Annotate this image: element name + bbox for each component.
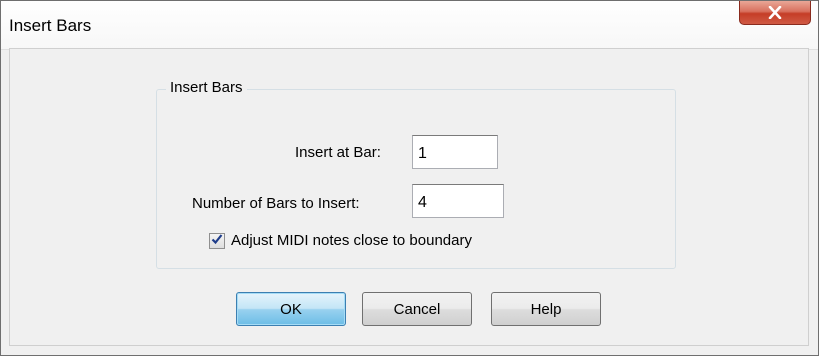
insert-at-bar-label: Insert at Bar: [295, 144, 381, 161]
checkmark-icon [211, 232, 223, 250]
help-button[interactable]: Help [491, 292, 601, 326]
cancel-button[interactable]: Cancel [362, 292, 472, 326]
group-label: Insert Bars [166, 79, 247, 96]
number-of-bars-label: Number of Bars to Insert: [192, 195, 360, 212]
number-of-bars-input[interactable] [412, 184, 504, 218]
adjust-midi-label: Adjust MIDI notes close to boundary [231, 232, 472, 249]
window-title: Insert Bars [9, 16, 92, 35]
adjust-midi-checkbox[interactable] [209, 233, 225, 249]
ok-button[interactable]: OK [236, 292, 346, 326]
close-icon [768, 6, 782, 19]
insert-at-bar-input[interactable] [412, 135, 498, 169]
close-button[interactable] [739, 1, 811, 25]
title-bar[interactable]: Insert Bars [1, 1, 818, 50]
